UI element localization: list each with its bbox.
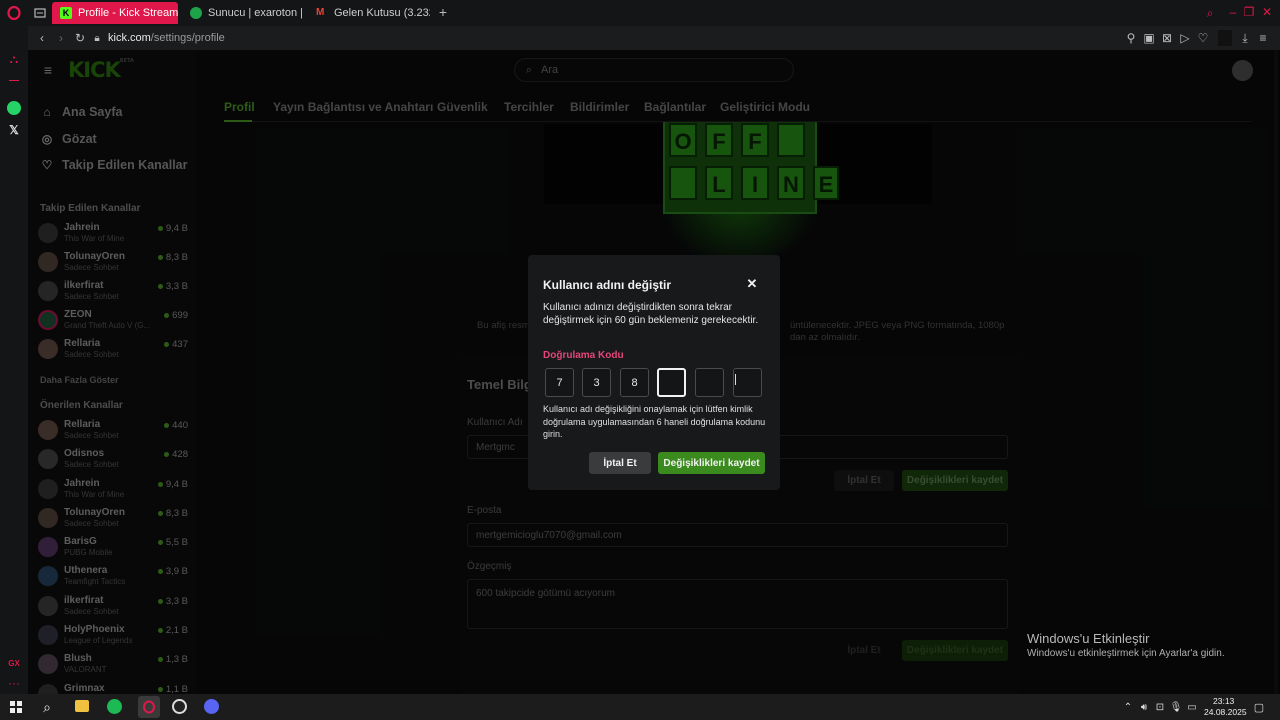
send-icon[interactable]: ▷: [1178, 31, 1192, 45]
code-digit-input-focused[interactable]: [657, 368, 686, 397]
whatsapp-icon[interactable]: [7, 101, 21, 115]
gx-icon[interactable]: GX: [6, 656, 22, 670]
tray-chevron-icon[interactable]: ⌃: [1122, 700, 1134, 714]
exaroton-favicon-icon: [190, 7, 202, 19]
tab-title: Sunucu | exaroton | Oyun: [208, 7, 304, 19]
close-icon[interactable]: ✕: [745, 276, 759, 291]
tab-title: Gelen Kutusu (3.232) - m: [334, 7, 430, 19]
x-twitter-icon[interactable]: 𝕏: [7, 123, 21, 137]
bookmark-heart-icon[interactable]: ♡: [1196, 31, 1210, 45]
more-icon[interactable]: ···: [6, 676, 22, 690]
discord-icon[interactable]: [204, 699, 219, 714]
code-digit-input[interactable]: [695, 368, 724, 397]
pin-icon[interactable]: ⚲: [1124, 31, 1138, 45]
tab-workspace-icon[interactable]: [33, 6, 47, 20]
search-tabs-icon[interactable]: ⌕: [1203, 6, 1217, 20]
notification-icon[interactable]: ▢: [1252, 700, 1266, 714]
forward-icon[interactable]: ›: [52, 31, 70, 45]
back-icon[interactable]: ‹: [32, 31, 52, 45]
tab-gmail[interactable]: M Gelen Kutusu (3.232) - m: [308, 2, 430, 24]
tab-title: Profile - Kick Streaming: [78, 7, 178, 19]
windows-start-icon[interactable]: [10, 701, 22, 713]
lock-icon: 🔒︎: [94, 32, 100, 44]
download-icon[interactable]: ⤓: [1238, 31, 1252, 46]
snapshot-icon[interactable]: ▣: [1142, 31, 1156, 45]
spotify-icon[interactable]: [107, 699, 122, 714]
code-digit-input[interactable]: 7: [545, 368, 574, 397]
tab-kick-profile[interactable]: K Profile - Kick Streaming: [52, 2, 178, 24]
opera-taskbar-icon[interactable]: [138, 696, 160, 718]
profile-thumb[interactable]: [1218, 30, 1232, 46]
modal-cancel-button[interactable]: İptal Et: [589, 452, 651, 474]
modal-title: Kullanıcı adını değiştir: [543, 278, 672, 292]
modal-help-text: Kullanıcı adı değişikliğini onaylamak iç…: [543, 404, 766, 439]
modal-save-button[interactable]: Değişiklikleri kaydet: [658, 452, 765, 474]
display-icon[interactable]: ▭: [1186, 700, 1198, 714]
microphone-icon[interactable]: 🎙︎: [1170, 700, 1183, 714]
activate-windows-title: Windows'u Etkinleştir: [1027, 631, 1150, 646]
file-explorer-icon[interactable]: [75, 700, 89, 712]
activate-windows-subtitle: Windows'u etkinleştirmek için Ayarlar'a …: [1027, 648, 1225, 659]
clock-date[interactable]: 24.08.2025: [1204, 707, 1247, 717]
url-domain: kick.com: [108, 32, 151, 44]
tab-exaroton[interactable]: Sunucu | exaroton | Oyun: [182, 2, 304, 24]
extension-icon[interactable]: ⊠: [1160, 31, 1174, 45]
opera-sidebar: ⛬ 𝕏 GX ···: [0, 26, 28, 694]
reload-icon[interactable]: ↻: [70, 31, 90, 45]
code-digit-input[interactable]: 3: [582, 368, 611, 397]
url-field[interactable]: kick.com/settings/profile: [108, 32, 225, 44]
network-icon[interactable]: ⊡: [1154, 700, 1166, 714]
shopping-icon[interactable]: ⛬: [7, 52, 21, 66]
verification-code-label: Doğrulama Kodu: [543, 350, 624, 361]
volume-icon[interactable]: 🔊︎: [1138, 700, 1150, 714]
browser-tab-bar: K Profile - Kick Streaming Sunucu | exar…: [0, 0, 1280, 26]
new-tab-icon[interactable]: +: [436, 4, 450, 20]
close-window-icon[interactable]: ✕: [1260, 5, 1274, 19]
steam-icon[interactable]: [172, 699, 187, 714]
code-digit-input[interactable]: 8: [620, 368, 649, 397]
url-path: /settings/profile: [150, 32, 225, 44]
opera-logo-icon[interactable]: [6, 5, 22, 21]
divider: [9, 80, 19, 81]
change-username-modal: Kullanıcı adını değiştir ✕ Kullanıcı adı…: [528, 255, 780, 490]
address-bar-row: ‹ › ↻ 🔒︎ kick.com/settings/profile ⚲ ▣ ⊠…: [28, 26, 1280, 50]
modal-description: Kullanıcı adınızı değiştirdikten sonra t…: [543, 302, 759, 326]
text-cursor-icon: [735, 374, 737, 385]
menu-icon[interactable]: ≡: [1256, 31, 1270, 45]
clock-time[interactable]: 23:13: [1213, 696, 1234, 706]
windows-taskbar: ⌕ ⌃ 🔊︎ ⊡ 🎙︎ ▭ 23:13 24.08.2025 ▢: [0, 694, 1280, 720]
minimize-icon[interactable]: –: [1226, 5, 1240, 19]
search-taskbar-icon[interactable]: ⌕: [40, 699, 54, 715]
maximize-icon[interactable]: ❐: [1242, 5, 1256, 19]
code-digit-input[interactable]: [733, 368, 762, 397]
kick-favicon-icon: K: [60, 7, 72, 19]
gmail-favicon-icon: M: [316, 7, 325, 18]
